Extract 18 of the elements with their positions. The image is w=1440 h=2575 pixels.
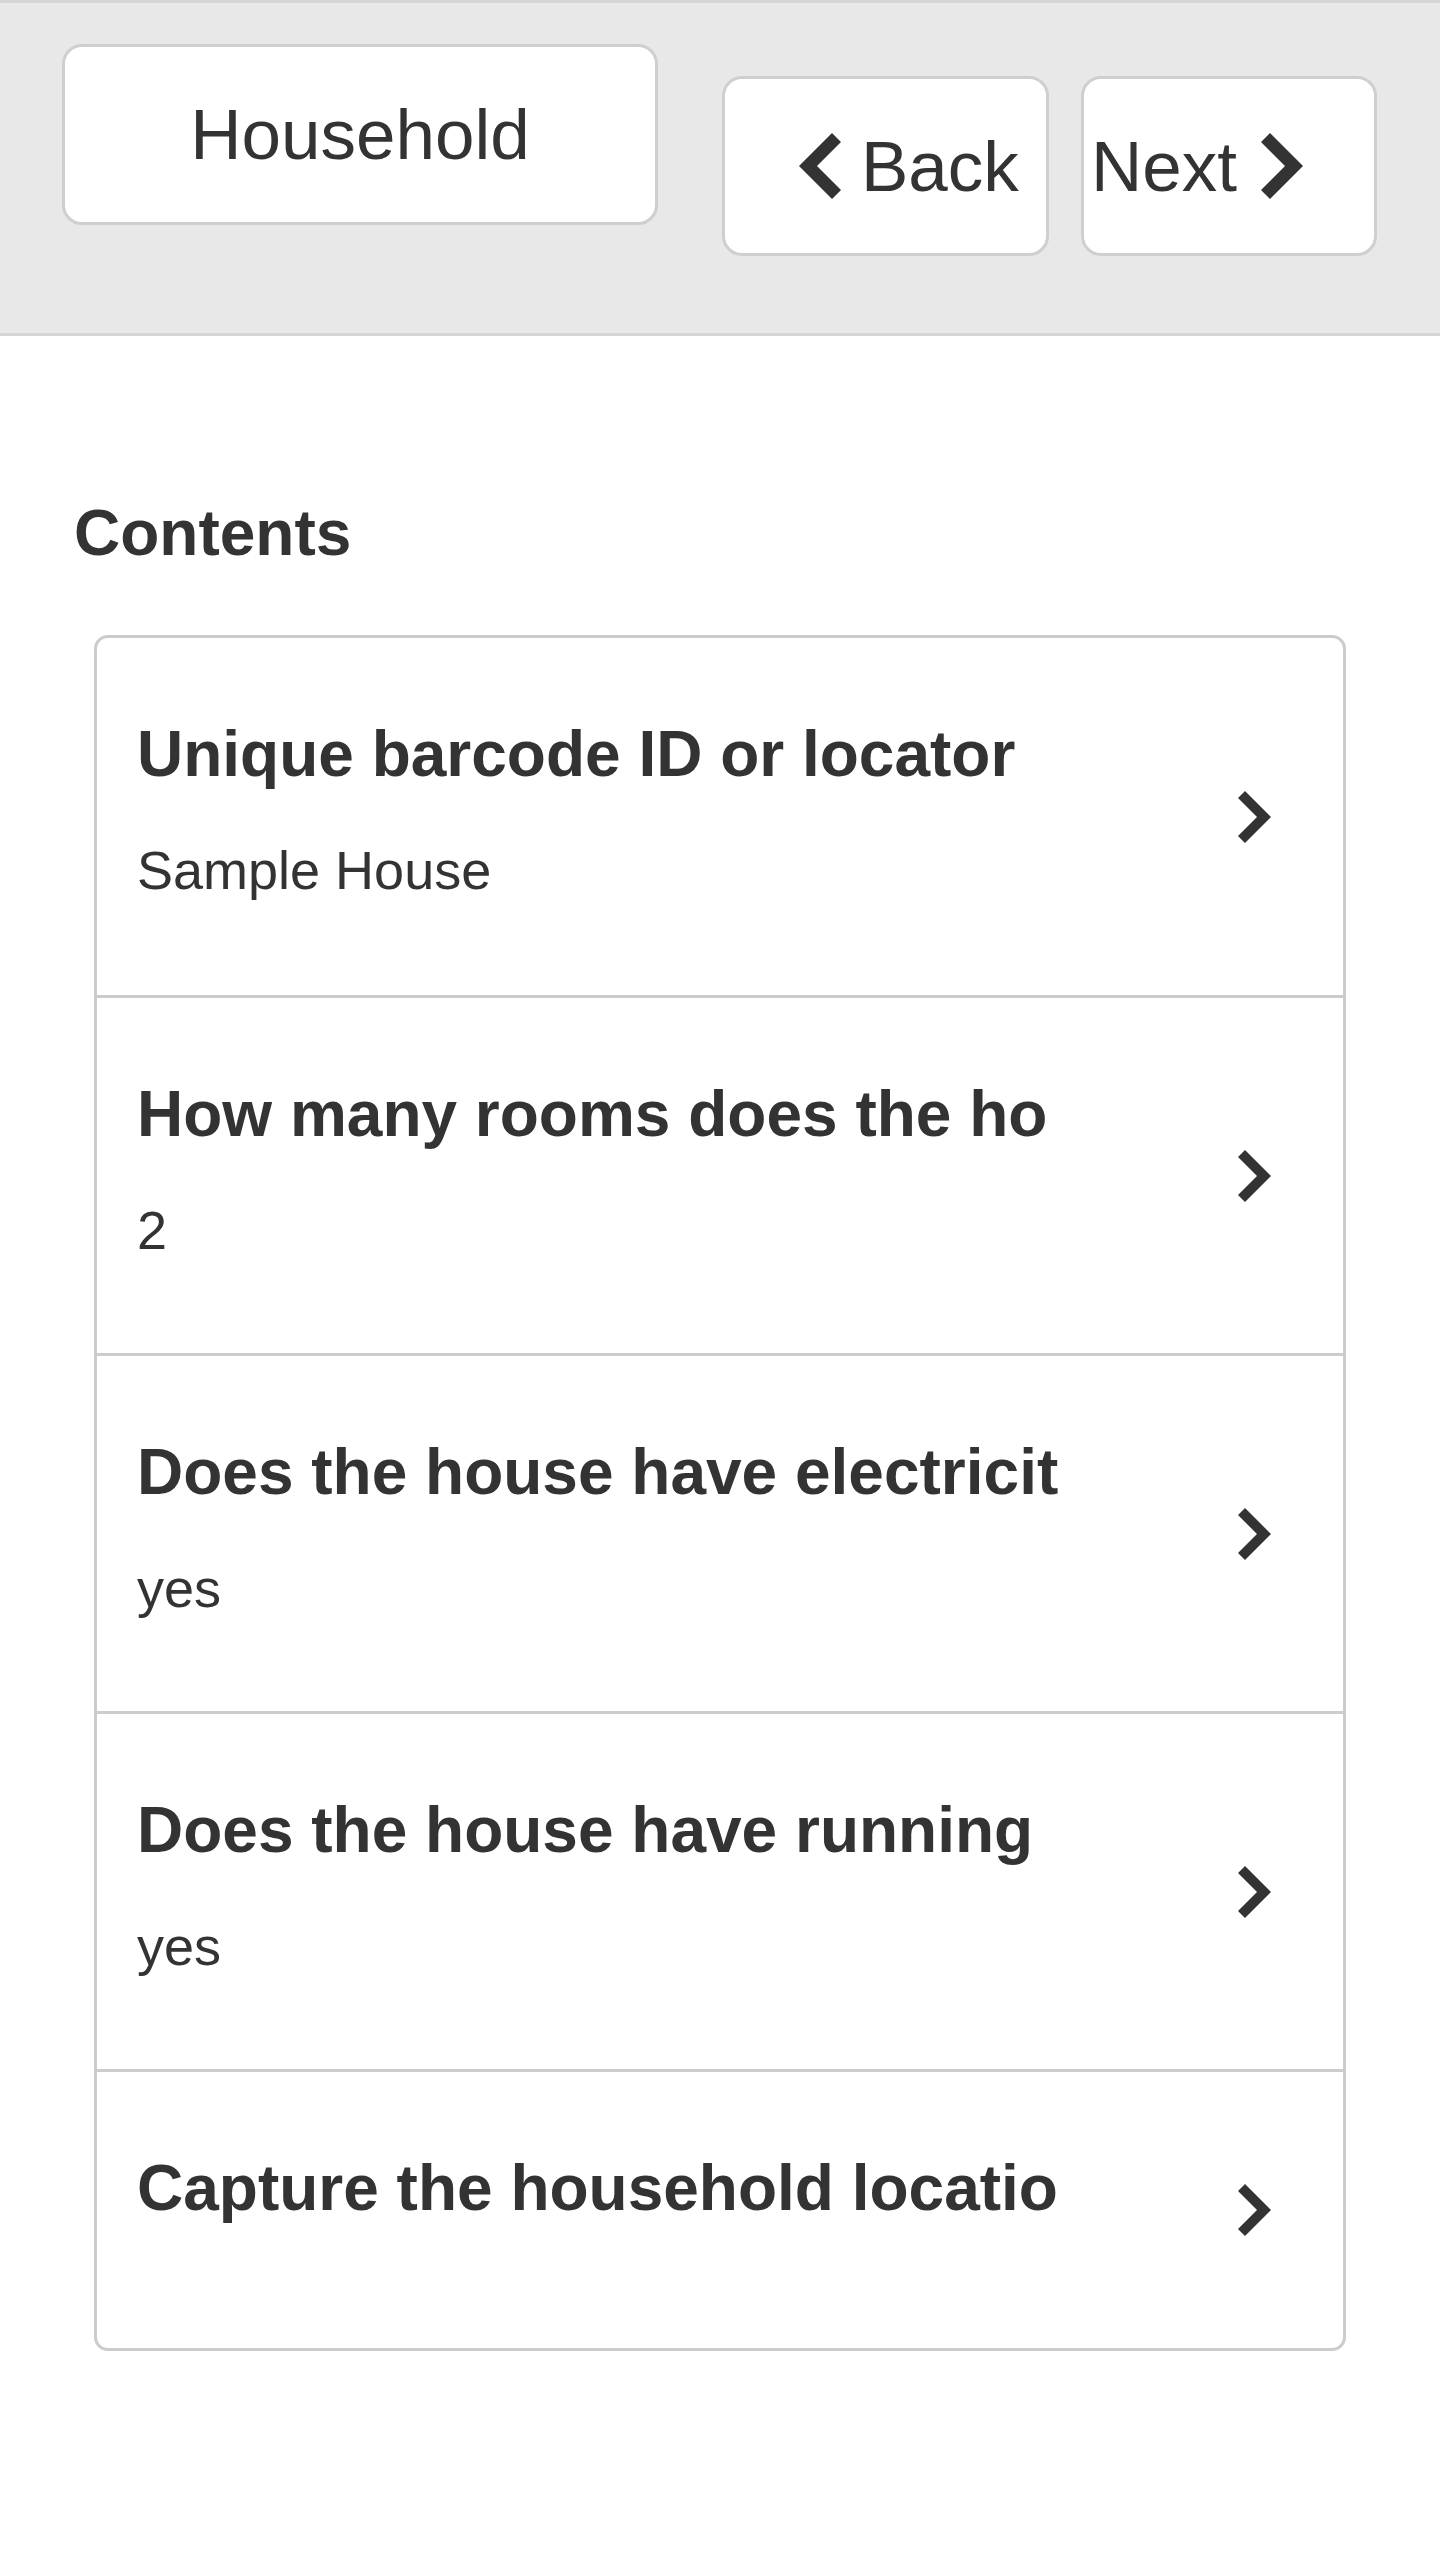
answer-value: Sample House [137,839,493,902]
contents-item[interactable]: Does the house have electricit yes [97,1353,1343,1711]
answer-value: yes [137,1557,223,1620]
question-title: Does the house have running [137,1793,1035,1868]
answer-value: 2 [137,1199,169,1262]
contents-item[interactable]: Capture the household locatio [97,2069,1343,2348]
question-title: Unique barcode ID or locator [137,717,1017,792]
question-title: Capture the household locatio [137,2151,1059,2226]
section-button[interactable]: Household [62,44,658,225]
contents-item[interactable]: Does the house have running yes [97,1711,1343,2069]
contents-item[interactable]: How many rooms does the ho 2 [97,995,1343,1353]
question-title: How many rooms does the ho [137,1077,1049,1152]
next-button[interactable]: Next [1081,76,1377,256]
contents-item[interactable]: Unique barcode ID or locator Sample House [97,638,1343,995]
answer-value: yes [137,1915,223,1978]
question-title: Does the house have electricit [137,1435,1060,1510]
back-button[interactable]: Back [722,76,1049,256]
contents-heading: Contents [74,496,352,571]
